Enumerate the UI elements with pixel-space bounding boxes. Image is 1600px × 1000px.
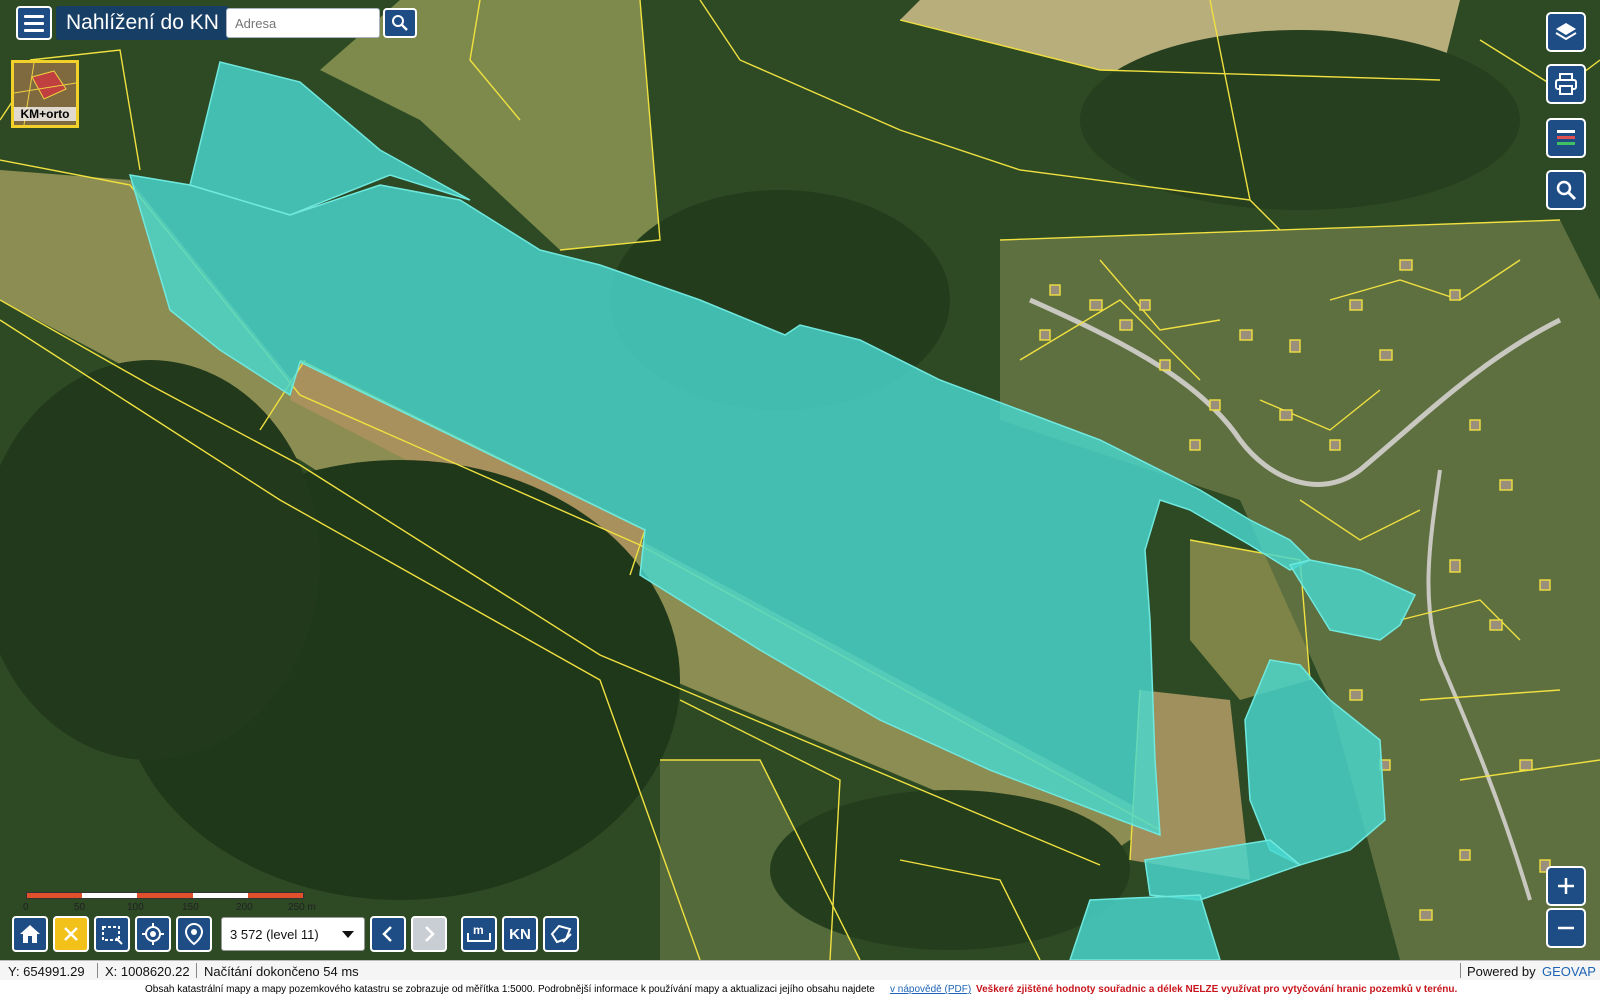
locate-icon bbox=[142, 923, 164, 945]
layers-icon bbox=[1555, 23, 1577, 41]
menu-icon bbox=[24, 14, 44, 18]
kn-label: KN bbox=[509, 925, 531, 943]
footer-text: Obsah katastrální mapy a mapy pozemkovéh… bbox=[145, 984, 875, 995]
legend-button[interactable] bbox=[1546, 118, 1586, 158]
scale-bar-labels: 0 50 100 150 200 250 m bbox=[20, 902, 320, 916]
basemap-switcher[interactable]: KM+orto bbox=[11, 60, 79, 128]
pin-icon bbox=[184, 922, 204, 946]
scale-label: 200 bbox=[236, 902, 253, 913]
legend-icon bbox=[1557, 130, 1575, 145]
scale-bar bbox=[26, 892, 304, 899]
previous-view-button[interactable] bbox=[370, 916, 406, 952]
marker-button[interactable] bbox=[176, 916, 212, 952]
scale-label: 250 m bbox=[288, 902, 316, 913]
scale-label: 100 bbox=[127, 902, 144, 913]
divider bbox=[97, 963, 98, 978]
help-pdf-link[interactable]: v nápovědě (PDF) bbox=[890, 984, 971, 995]
south-parcel bbox=[1069, 894, 1221, 960]
print-button[interactable] bbox=[1546, 64, 1586, 104]
measure-button[interactable]: m bbox=[461, 916, 497, 952]
zoom-out-icon bbox=[1558, 926, 1574, 930]
status-message: Načítání dokončeno 54 ms bbox=[204, 964, 359, 979]
zoom-search-button[interactable] bbox=[1546, 170, 1586, 210]
scale-label: 0 bbox=[23, 902, 29, 913]
zoom-search-icon bbox=[1556, 180, 1577, 201]
locate-button[interactable] bbox=[135, 916, 171, 952]
scale-label: 50 bbox=[74, 902, 86, 913]
kn-button[interactable]: KN bbox=[502, 916, 538, 952]
search-icon bbox=[392, 15, 408, 31]
status-bar: Y: 654991.29 X: 1008620.22 Načítání doko… bbox=[0, 960, 1600, 981]
clear-selection-button[interactable] bbox=[53, 916, 89, 952]
footer-warning: Veškeré zjištěné hodnoty souřadnic a dél… bbox=[976, 984, 1458, 995]
home-icon bbox=[20, 925, 40, 943]
powered-by: Powered by bbox=[1467, 964, 1536, 979]
tree-cluster bbox=[1080, 30, 1520, 210]
home-button[interactable] bbox=[12, 916, 48, 952]
app-title: Nahlížení do KN bbox=[56, 6, 229, 40]
print-icon bbox=[1555, 73, 1577, 95]
map-canvas[interactable] bbox=[0, 0, 1600, 960]
search-button[interactable] bbox=[383, 8, 417, 38]
coord-x: X: 1008620.22 bbox=[105, 964, 190, 979]
prev-icon bbox=[382, 926, 392, 942]
coord-y: Y: 654991.29 bbox=[8, 964, 85, 979]
divider bbox=[196, 963, 197, 978]
zoom-in-icon bbox=[1558, 878, 1574, 894]
next-view-button[interactable] bbox=[411, 916, 447, 952]
menu-button[interactable] bbox=[16, 6, 52, 40]
layers-button[interactable] bbox=[1546, 12, 1586, 52]
select-area-icon bbox=[102, 926, 123, 945]
zoom-out-button[interactable] bbox=[1546, 908, 1586, 948]
svg-text:m: m bbox=[473, 923, 484, 937]
divider bbox=[1460, 963, 1461, 978]
select-area-button[interactable] bbox=[94, 916, 130, 952]
zoom-in-button[interactable] bbox=[1546, 866, 1586, 906]
draw-icon bbox=[550, 924, 572, 944]
geovap-link[interactable]: GEOVAP bbox=[1542, 964, 1596, 979]
measure-icon: m bbox=[467, 923, 491, 942]
next-icon bbox=[425, 926, 435, 942]
chevron-down-icon bbox=[342, 931, 354, 938]
scale-select[interactable]: 3 572 (level 11) bbox=[221, 917, 365, 951]
draw-button[interactable] bbox=[543, 916, 579, 952]
footer-disclaimer: Obsah katastrální mapy a mapy pozemkovéh… bbox=[0, 980, 1600, 1000]
search-input[interactable] bbox=[226, 8, 380, 38]
basemap-label: KM+orto bbox=[14, 107, 76, 121]
scale-select-value: 3 572 (level 11) bbox=[230, 926, 319, 942]
ortho-map bbox=[0, 0, 1600, 960]
scale-label: 150 bbox=[182, 902, 199, 913]
close-icon bbox=[64, 927, 78, 941]
